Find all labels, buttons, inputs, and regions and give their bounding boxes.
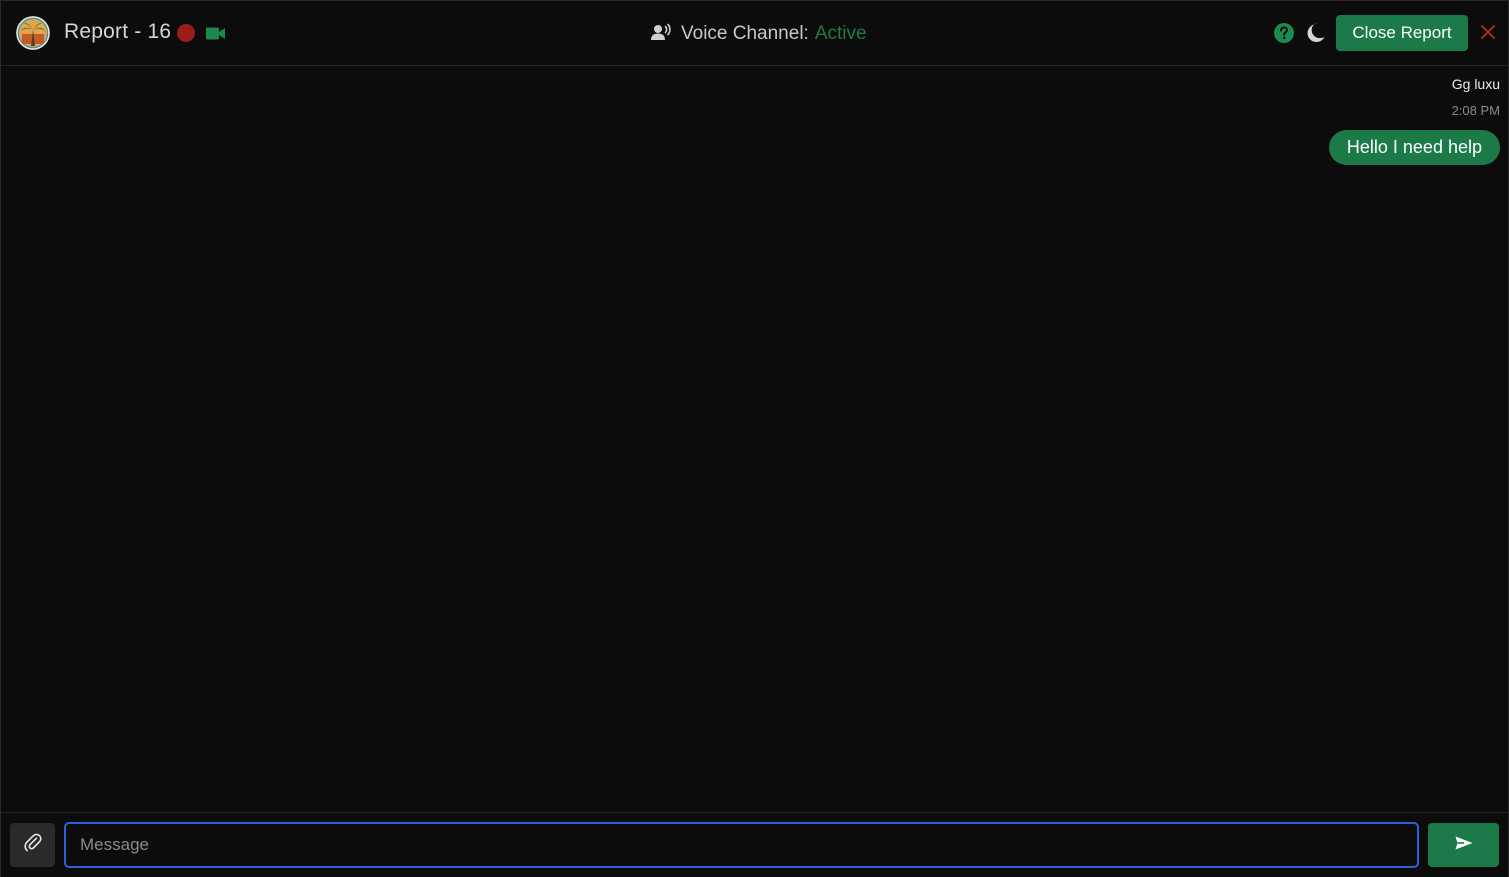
report-title: Report - 16 xyxy=(64,20,172,43)
moon-icon[interactable] xyxy=(1306,23,1326,48)
voice-channel-status: Voice Channel: Active xyxy=(651,23,867,45)
paperclip-icon xyxy=(23,833,42,857)
message-input[interactable] xyxy=(64,822,1419,868)
voice-channel-state: Active xyxy=(814,23,867,44)
message-list: Gg luxu 2:08 PM Hello I need help xyxy=(1,66,1508,812)
attach-button[interactable] xyxy=(10,823,55,867)
message-bubble: Hello I need help xyxy=(1328,130,1500,165)
palm-tree-logo-icon xyxy=(16,16,50,50)
speaking-person-icon xyxy=(651,23,672,46)
message-author: Gg luxu xyxy=(1451,76,1500,92)
send-icon xyxy=(1455,836,1473,855)
help-circle-icon[interactable] xyxy=(1274,23,1294,48)
recording-indicator xyxy=(177,24,195,42)
close-report-button[interactable]: Close Report xyxy=(1336,15,1468,51)
header-bar: Report - 16 Voice Channel: Active Close … xyxy=(1,1,1508,66)
video-camera-icon[interactable] xyxy=(206,27,226,45)
close-icon[interactable] xyxy=(1479,23,1497,46)
report-window: Report - 16 Voice Channel: Active Close … xyxy=(0,0,1509,877)
message-composer xyxy=(1,812,1508,877)
message-timestamp: 2:08 PM xyxy=(1451,103,1500,118)
send-button[interactable] xyxy=(1428,823,1499,867)
voice-channel-label: Voice Channel: xyxy=(681,23,809,44)
